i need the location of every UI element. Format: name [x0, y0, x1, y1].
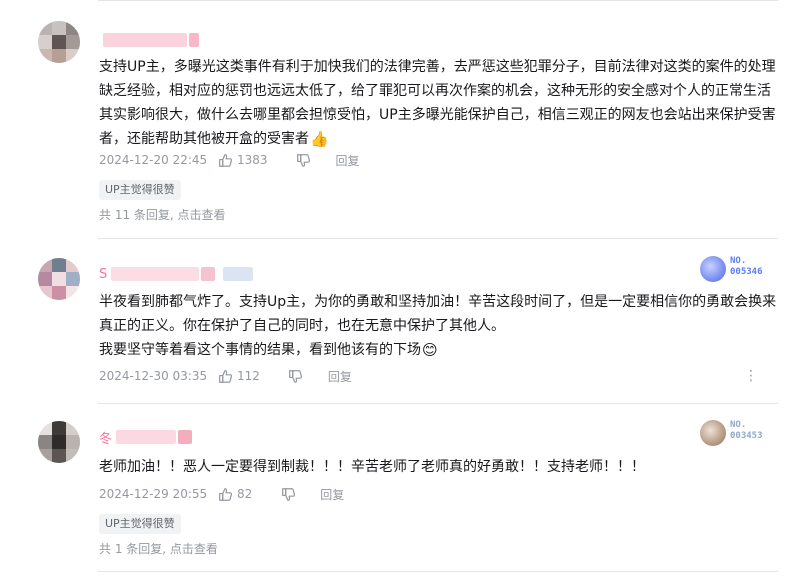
replies-summary: 共 11 条回复, 点击查看 [99, 206, 226, 223]
fan-badge-avatar [700, 420, 726, 446]
fan-badge[interactable]: NO. 005346 [700, 254, 776, 284]
comment-date: 2024-12-29 20:55 [99, 487, 208, 501]
like-count: 1383 [237, 153, 268, 167]
comment-meta: 2024-12-30 03:35 112 回复 [99, 367, 352, 385]
dislike-icon[interactable] [280, 486, 296, 502]
username-text[interactable]: S [99, 267, 107, 282]
comment-meta: 2024-12-29 20:55 82 回复 [99, 485, 344, 503]
comment-divider [98, 571, 778, 572]
top-divider [98, 0, 778, 1]
like-icon[interactable] [217, 486, 233, 502]
avatar[interactable] [38, 21, 80, 63]
comment-divider [98, 238, 778, 239]
reply-button[interactable]: 回复 [328, 368, 352, 385]
comment-text: 老师加油！！恶人一定要得到制裁！！！辛苦老师了老师真的好勇敢！！支持老师！！！ [99, 459, 645, 475]
fan-badge-no: NO. [730, 420, 747, 430]
comment-text: 支持UP主，多曝光这类事件有利于加快我们的法律完善，去严惩这些犯罪分子，目前法律… [99, 59, 776, 147]
username[interactable]: 冬 [99, 428, 193, 447]
fan-badge-number: 003453 [730, 431, 763, 441]
fan-badge[interactable]: NO. 003453 [700, 418, 776, 448]
replies-count: 共 1 条回复, [99, 542, 170, 556]
smile-emoji: 😊 [422, 341, 438, 359]
reply-button[interactable]: 回复 [336, 152, 360, 169]
like-count: 112 [237, 369, 260, 383]
dislike-icon[interactable] [296, 152, 312, 168]
comment-date: 2024-12-20 22:45 [99, 153, 208, 167]
comment-content: 半夜看到肺都气炸了。支持Up主，为你的勇敢和坚持加油！辛苦这段时间了，但是一定要… [99, 290, 779, 362]
comment-divider [98, 403, 778, 404]
avatar[interactable] [38, 421, 80, 463]
like-icon[interactable] [217, 368, 233, 384]
reply-button[interactable]: 回复 [320, 486, 344, 503]
thumbs-up-emoji: 👍 [310, 130, 329, 148]
view-replies-link[interactable]: 点击查看 [170, 542, 218, 556]
fan-badge-number: 005346 [730, 267, 763, 277]
comment-content: 老师加油！！恶人一定要得到制裁！！！辛苦老师了老师真的好勇敢！！支持老师！！！ [99, 455, 779, 479]
dislike-icon[interactable] [288, 368, 304, 384]
comment-meta: 2024-12-20 22:45 1383 回复 [99, 151, 360, 169]
like-icon[interactable] [217, 152, 233, 168]
fan-badge-avatar [700, 256, 726, 282]
username-text[interactable]: 冬 [99, 428, 112, 447]
up-liked-badge: UP主觉得很赞 [99, 180, 181, 200]
comment-date: 2024-12-30 03:35 [99, 369, 208, 383]
replies-count: 共 11 条回复, [99, 208, 178, 222]
comment-content: 支持UP主，多曝光这类事件有利于加快我们的法律完善，去严惩这些犯罪分子，目前法律… [99, 55, 779, 151]
like-count: 82 [237, 487, 253, 501]
avatar[interactable] [38, 258, 80, 300]
replies-summary: 共 1 条回复, 点击查看 [99, 540, 218, 557]
username[interactable] [99, 32, 199, 48]
up-liked-badge: UP主觉得很赞 [99, 514, 181, 534]
fan-badge-no: NO. [730, 256, 747, 266]
view-replies-link[interactable]: 点击查看 [178, 208, 226, 222]
more-vertical-icon[interactable]: ⋮ [744, 367, 758, 385]
username[interactable]: S [99, 266, 254, 282]
